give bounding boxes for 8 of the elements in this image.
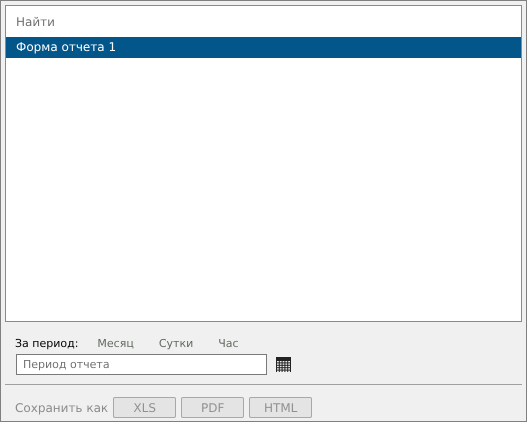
period-option[interactable]: Месяц [97,336,134,350]
save-label: Сохранить как [15,400,108,414]
calendar-icon[interactable] [276,357,291,372]
period-option[interactable]: Сутки [158,336,194,350]
period-option[interactable]: Час [218,336,239,350]
period-label: За период: [15,336,78,350]
period-field[interactable]: Период отчета [16,354,267,375]
report-item[interactable]: Форма отчета 1 [6,37,521,58]
